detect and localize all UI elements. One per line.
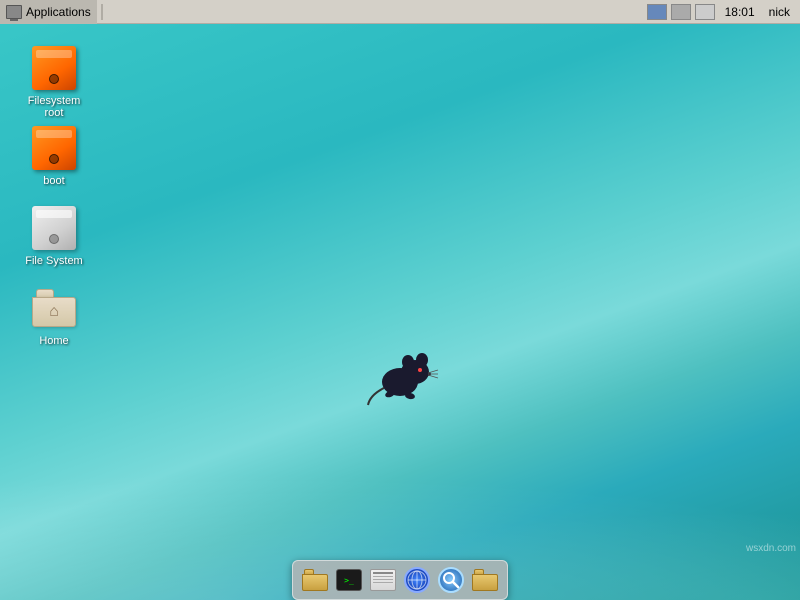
top-panel: Applications 18:01 nick [0, 0, 800, 24]
home-label: Home [36, 334, 71, 348]
dock-terminal-button[interactable]: >_ [333, 564, 365, 596]
home-folder-icon: ⌂ [32, 289, 76, 327]
dock-files-button[interactable] [299, 564, 331, 596]
dock-folder-body [302, 574, 328, 591]
dock-folder-icon [302, 569, 328, 591]
dock-search-button[interactable] [435, 564, 467, 596]
fs-drive-icon [32, 206, 76, 250]
desktop-icon-home[interactable]: ⌂ Home [14, 280, 94, 352]
taskbar: >_ [0, 560, 800, 600]
desktop-icon-boot[interactable]: boot [14, 120, 94, 192]
dock-places-button[interactable] [469, 564, 501, 596]
watermark: wsxdn.com [746, 543, 796, 554]
dock-search-icon [438, 567, 464, 593]
dock-terminal-icon: >_ [336, 569, 362, 591]
folder-body: ⌂ [32, 297, 76, 327]
house-icon: ⌂ [49, 304, 59, 320]
applications-label: Applications [26, 5, 91, 19]
desktop: Applications 18:01 nick Filesystemroot b… [0, 0, 800, 600]
boot-drive-icon [32, 126, 76, 170]
clock-display: 18:01 [719, 5, 761, 19]
applications-button[interactable]: Applications [0, 0, 97, 24]
color-box-1[interactable] [647, 4, 667, 20]
color-box-2[interactable] [671, 4, 691, 20]
panel-left: Applications [0, 0, 105, 24]
desktop-icon-filesystem-root[interactable]: Filesystemroot [14, 40, 94, 124]
filesystem-root-label: Filesystemroot [25, 94, 84, 120]
user-display: nick [765, 5, 794, 19]
panel-right: 18:01 nick [647, 4, 800, 20]
boot-icon-img [30, 124, 78, 172]
xfce-mascot [360, 340, 440, 410]
dock-filemanager-icon [370, 569, 396, 591]
dock-places-icon [472, 569, 498, 591]
dock-web-icon [404, 567, 430, 593]
applications-icon [6, 5, 22, 19]
dock-browser-button[interactable] [401, 564, 433, 596]
filesystem-root-icon-img [30, 44, 78, 92]
dock-filemanager-button[interactable] [367, 564, 399, 596]
dock-places-folder-body [472, 574, 498, 591]
home-icon-img: ⌂ [30, 284, 78, 332]
dock: >_ [292, 560, 508, 600]
orange-drive-icon [32, 46, 76, 90]
boot-label: boot [40, 174, 67, 188]
desktop-icon-file-system[interactable]: File System [14, 200, 94, 272]
panel-separator [101, 4, 103, 20]
file-system-label: File System [22, 254, 85, 268]
file-system-icon-img [30, 204, 78, 252]
color-box-3[interactable] [695, 4, 715, 20]
